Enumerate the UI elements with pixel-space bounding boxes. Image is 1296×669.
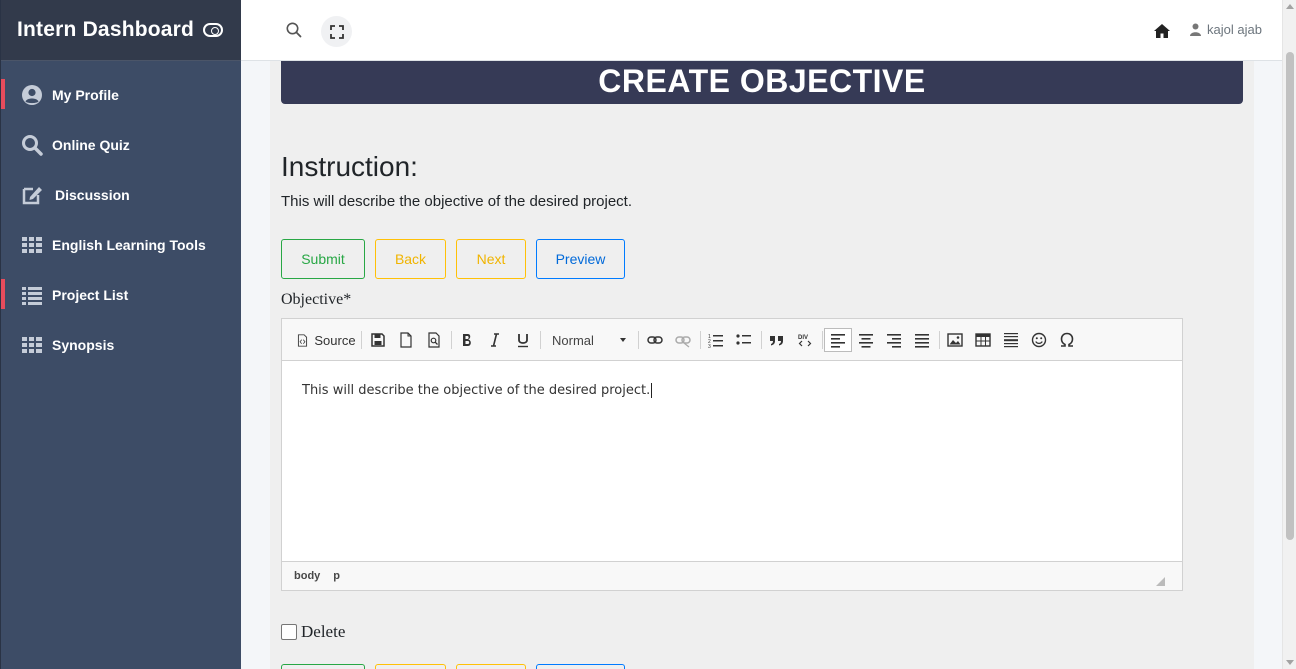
editor-toolbar: Source Normal 1 2 3 DIV <box>282 319 1182 361</box>
sidebar-item-label: English Learning Tools <box>52 237 206 253</box>
toolbar-separator <box>638 331 639 349</box>
toolbar-separator <box>451 331 452 349</box>
sidebar-item-discussion[interactable]: Discussion <box>1 170 241 220</box>
page-scrollbar[interactable] <box>1282 0 1296 669</box>
page-title: CREATE OBJECTIVE <box>281 61 1243 104</box>
horizontal-rule-icon[interactable] <box>1001 328 1021 352</box>
image-icon[interactable] <box>945 328 965 352</box>
edit-icon <box>21 184 43 206</box>
source-button[interactable]: Source <box>296 328 356 352</box>
chevron-down-icon <box>620 338 626 342</box>
back-button-bottom[interactable] <box>375 664 446 669</box>
instruction-text: This will describe the objective of the … <box>281 193 633 210</box>
bulleted-list-icon[interactable] <box>734 328 754 352</box>
justify-icon[interactable] <box>912 328 932 352</box>
delete-label: Delete <box>301 622 346 641</box>
toolbar-separator <box>761 331 762 349</box>
grid-icon <box>21 234 43 256</box>
scroll-thumb[interactable] <box>1286 52 1294 540</box>
text-caret <box>651 383 653 398</box>
format-select-value: Normal <box>552 332 594 348</box>
unlink-icon <box>673 328 693 352</box>
search-icon[interactable] <box>285 21 303 39</box>
code-snippet-icon[interactable]: DIV <box>795 328 815 352</box>
sidebar: Intern Dashboard My Profile Online Quiz … <box>0 0 241 669</box>
sidebar-item-online-quiz[interactable]: Online Quiz <box>1 120 241 170</box>
topbar: kajol ajab <box>241 0 1282 61</box>
path-item-body[interactable]: body <box>294 570 320 582</box>
toolbar-separator <box>822 331 823 349</box>
delete-checkbox-row: Delete <box>281 622 345 642</box>
submit-button[interactable]: Submit <box>281 239 365 279</box>
sidebar-item-label: Project List <box>52 287 129 303</box>
user-menu[interactable]: kajol ajab <box>1190 22 1262 37</box>
sidebar-item-synopsis[interactable]: Synopsis <box>1 320 241 370</box>
delete-checkbox[interactable] <box>281 624 297 640</box>
search-icon <box>21 134 43 156</box>
bold-icon[interactable] <box>457 328 477 352</box>
main-content: CREATE OBJECTIVE Instruction: This will … <box>270 61 1254 669</box>
format-select[interactable]: Normal <box>546 328 632 352</box>
link-icon[interactable] <box>645 328 665 352</box>
back-button[interactable]: Back <box>375 239 446 279</box>
toolbar-separator <box>700 331 701 349</box>
print-preview-icon[interactable] <box>424 328 444 352</box>
sidebar-item-label: Online Quiz <box>52 137 130 153</box>
objective-label: Objective* <box>281 291 352 308</box>
sidebar-item-my-profile[interactable]: My Profile <box>1 70 241 120</box>
save-icon[interactable] <box>368 328 388 352</box>
align-right-icon[interactable] <box>884 328 904 352</box>
editor-statusbar: body p <box>282 561 1182 590</box>
sidebar-item-english-learning-tools[interactable]: English Learning Tools <box>1 220 241 270</box>
new-page-icon[interactable] <box>396 328 416 352</box>
submit-button-bottom[interactable] <box>281 664 365 669</box>
home-icon[interactable] <box>1153 22 1171 40</box>
editor-content[interactable]: This will describe the objective of the … <box>282 361 1182 561</box>
source-icon <box>298 333 308 347</box>
sidebar-item-label: My Profile <box>52 87 119 103</box>
sidebar-item-label: Discussion <box>55 187 130 203</box>
grid-icon <box>21 334 43 356</box>
align-left-icon[interactable] <box>824 328 852 352</box>
table-icon[interactable] <box>973 328 993 352</box>
blockquote-icon[interactable] <box>767 328 787 352</box>
toolbar-separator <box>939 331 940 349</box>
rich-text-editor: Source Normal 1 2 3 DIV This will descri… <box>281 318 1183 591</box>
editor-text: This will describe the objective of the … <box>302 383 651 398</box>
next-button[interactable]: Next <box>456 239 526 279</box>
svg-text:3: 3 <box>708 344 711 348</box>
align-center-icon[interactable] <box>856 328 876 352</box>
sidebar-nav: My Profile Online Quiz Discussion Englis… <box>1 61 241 370</box>
instruction-heading: Instruction: <box>281 151 418 182</box>
preview-button[interactable]: Preview <box>536 239 625 279</box>
source-label: Source <box>314 332 356 348</box>
user-circle-icon <box>21 84 43 106</box>
toolbar-separator <box>361 331 362 349</box>
special-char-icon[interactable] <box>1057 328 1077 352</box>
smiley-icon[interactable] <box>1029 328 1049 352</box>
path-item-p[interactable]: p <box>333 570 340 582</box>
user-icon <box>1190 23 1201 36</box>
numbered-list-icon[interactable]: 123 <box>706 328 726 352</box>
toggle-icon[interactable] <box>203 23 224 37</box>
list-icon <box>21 284 43 306</box>
toolbar-separator <box>540 331 541 349</box>
sidebar-item-label: Synopsis <box>52 337 115 353</box>
brand: Intern Dashboard <box>1 0 241 61</box>
underline-icon[interactable] <box>513 328 533 352</box>
fullscreen-icon[interactable] <box>321 16 352 47</box>
user-name: kajol ajab <box>1207 22 1262 37</box>
resize-handle-icon[interactable] <box>1156 577 1165 586</box>
svg-text:DIV: DIV <box>798 335 808 341</box>
sidebar-item-project-list[interactable]: Project List <box>1 270 241 320</box>
brand-title: Intern Dashboard <box>17 18 195 41</box>
scroll-up-arrow-icon[interactable] <box>1286 4 1294 9</box>
scroll-down-arrow-icon[interactable] <box>1286 660 1294 665</box>
preview-button-bottom[interactable] <box>536 664 625 669</box>
next-button-bottom[interactable] <box>456 664 526 669</box>
italic-icon[interactable] <box>485 328 505 352</box>
